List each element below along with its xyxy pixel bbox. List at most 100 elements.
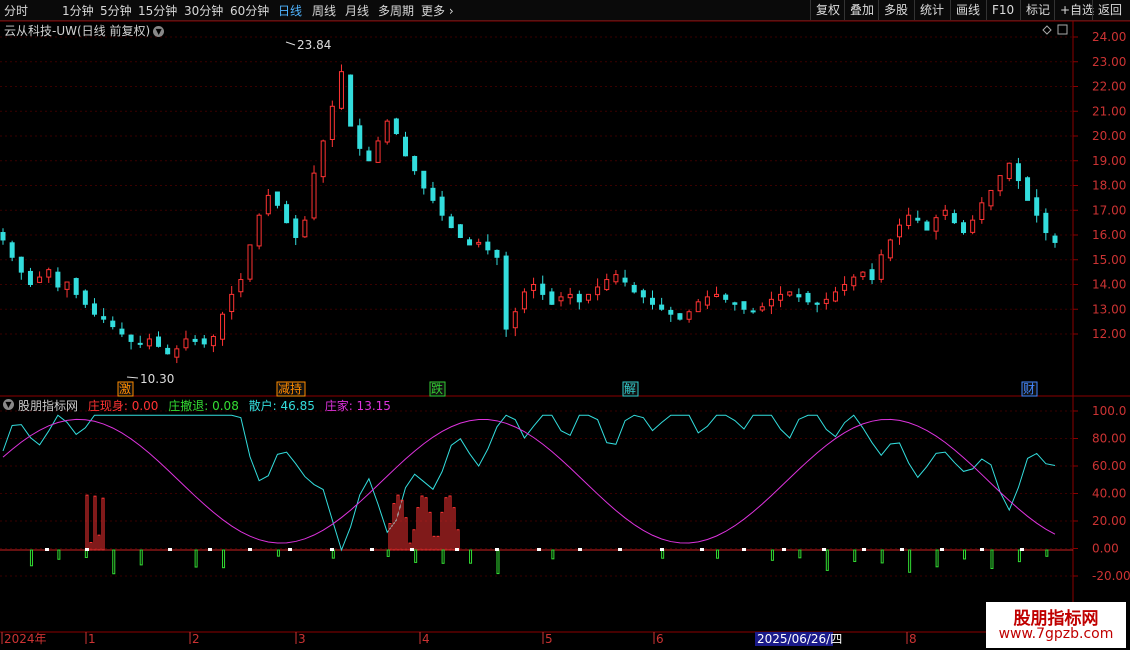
event-markers: 激 减持 跌 解 财 [117, 381, 1038, 397]
candle-body [787, 291, 793, 296]
candle-body [238, 279, 244, 293]
zero-marker [940, 548, 944, 551]
candle-body [485, 241, 491, 251]
candle-body [704, 296, 710, 306]
date-axis: 2024年 1 2 3 4 5 6 8 2025/06/26/四 [1, 632, 917, 646]
zhuang-xianshen-bar [392, 503, 396, 551]
candle-body [906, 214, 912, 226]
candle-body [375, 140, 381, 163]
zhuang-chetui-bar [414, 549, 418, 563]
candle-body [82, 290, 88, 305]
zhuang-chetui-bar [880, 549, 884, 564]
zhuang-chetui-bar [84, 549, 88, 558]
candle-body [329, 105, 335, 140]
event-marker[interactable]: 财 [1021, 381, 1038, 397]
zero-marker [862, 548, 866, 551]
watermark: 股朋指标网 www.7gpzb.com [986, 602, 1126, 648]
zero-marker [330, 548, 334, 551]
candle-body [631, 284, 637, 293]
zhuang-xianshen-bar [388, 523, 392, 551]
candle-body [192, 338, 198, 342]
candle-body [759, 306, 765, 311]
zhuang-xianshen-bar [436, 535, 440, 551]
candle-body [165, 347, 171, 355]
candle-body [512, 311, 518, 329]
candle-body [1025, 177, 1031, 201]
zhuang-xianshen-bar [448, 495, 452, 551]
date-tick: 4 [422, 632, 430, 646]
candle-body [357, 125, 363, 149]
candle-body [851, 276, 857, 287]
candle-body [576, 293, 582, 303]
candle-body [595, 286, 601, 296]
candle-body [567, 293, 573, 299]
event-marker[interactable]: 跌 [429, 381, 446, 397]
date-tick: 2024年 [4, 632, 47, 646]
candle-body [887, 239, 893, 259]
candle-body [64, 281, 70, 290]
candle-body [805, 292, 811, 303]
candle-body [338, 71, 344, 109]
candle-body [1015, 163, 1021, 182]
candle-body [933, 217, 939, 232]
indicator-axis: 100.0 80.00 60.00 40.00 20.00 0.00 -20.00 [1073, 404, 1130, 583]
zhuang-xianshen-bar [452, 507, 456, 551]
zhuang-chetui-bar [661, 549, 665, 559]
candle-body [494, 249, 500, 258]
kline-chart[interactable]: 24.0023.0022.0021.0020.0019.0018.0017.00… [0, 0, 1130, 650]
indicator-dropdown-icon[interactable]: ▼ [3, 399, 14, 410]
candle-body [110, 320, 116, 328]
date-tick: 3 [298, 632, 306, 646]
zero-marker [980, 548, 984, 551]
candle-body [183, 338, 189, 349]
zero-marker [537, 548, 541, 551]
candle-body [311, 172, 317, 219]
candle-body [878, 254, 884, 280]
grid-lines [0, 36, 1073, 577]
candle-body [988, 189, 994, 207]
candle-body [613, 274, 619, 283]
event-marker[interactable]: 解 [622, 381, 639, 397]
candle-body [732, 302, 738, 305]
zero-marker [370, 548, 374, 551]
candle-body [302, 219, 308, 238]
candle-body [915, 217, 921, 221]
zhuang-chetui-bar [194, 549, 198, 568]
candle-body [1034, 197, 1040, 216]
diamond-icon[interactable] [1042, 25, 1052, 35]
candle-body [942, 209, 948, 216]
candle-body [137, 342, 143, 345]
candle-body [924, 221, 930, 231]
candle-body [247, 244, 253, 280]
zhuang-chetui-bar [222, 549, 226, 569]
candle-body [274, 191, 280, 206]
price-tick: 18.00 [1092, 179, 1126, 193]
candle-body [540, 283, 546, 295]
zhuang-chetui-bar [990, 549, 994, 569]
zhuang-xianshen-bar [400, 499, 404, 551]
zhuang-chetui-bar [1017, 549, 1021, 563]
candle-body [210, 335, 216, 347]
candle-body [842, 284, 848, 291]
zero-marker [822, 548, 826, 551]
candle-body [796, 294, 802, 298]
candle-body [714, 293, 720, 297]
indicator-tick: 40.00 [1092, 487, 1126, 501]
candle-body [979, 202, 985, 221]
zhuangjia-line [2, 418, 1056, 544]
settings-icon[interactable] [1057, 24, 1068, 35]
candle-body [439, 196, 445, 216]
event-marker[interactable]: 减持 [276, 381, 306, 397]
candle-body [220, 313, 226, 340]
zero-marker [410, 548, 414, 551]
zhuang-chetui-bar [551, 549, 555, 560]
event-marker[interactable]: 激 [117, 381, 134, 397]
candle-body [695, 301, 701, 313]
legend-zhuangjia: 庄家: 13.15 [324, 399, 391, 413]
zero-marker [455, 548, 459, 551]
price-tick: 22.00 [1092, 80, 1126, 94]
svg-text:财: 财 [1023, 382, 1035, 396]
zero-marker [1020, 548, 1024, 551]
candle-body [750, 310, 756, 313]
candle-body [448, 216, 454, 229]
